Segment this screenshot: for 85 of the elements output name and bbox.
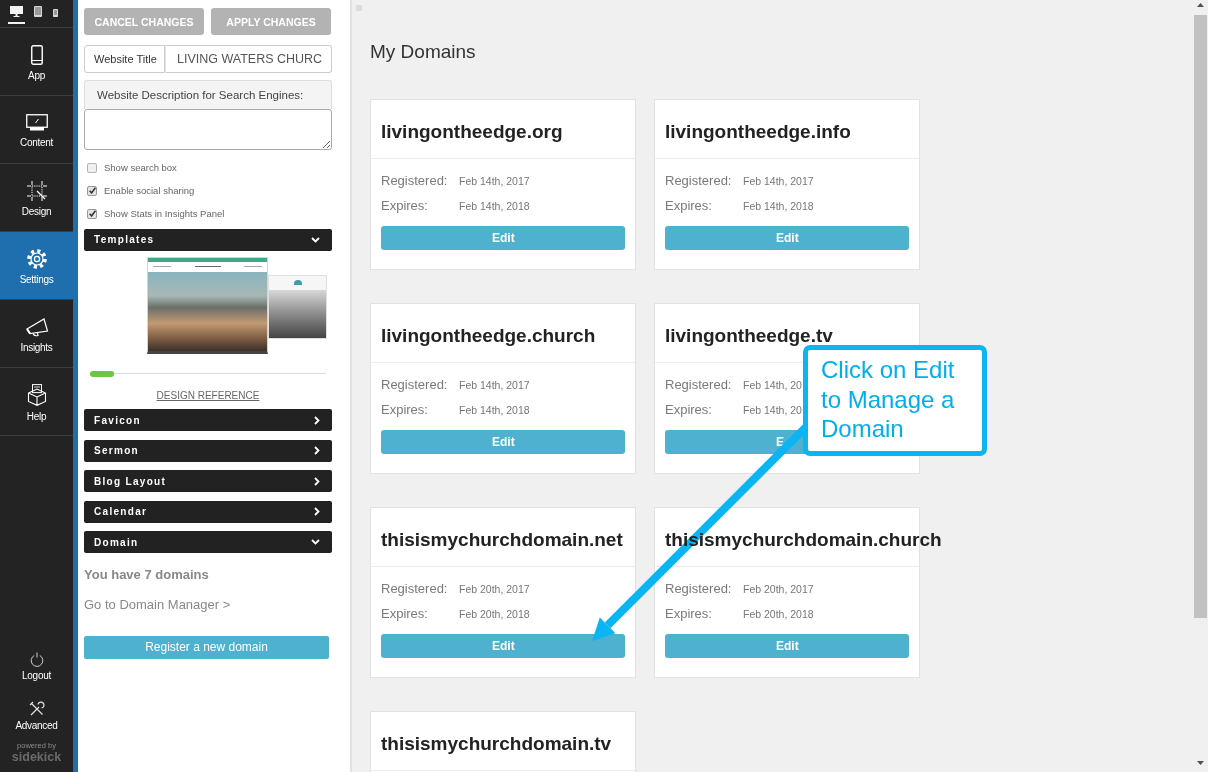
box-icon — [26, 383, 47, 406]
field-label: Expires: — [665, 606, 713, 621]
website-title-input[interactable]: LIVING WATERS CHURC — [165, 45, 332, 73]
chevron-right-icon — [314, 446, 320, 455]
phone-icon — [53, 9, 58, 17]
field-label: Registered: — [665, 377, 733, 392]
field-label: Registered: — [665, 581, 733, 596]
checkbox[interactable] — [87, 185, 97, 196]
checkmark-icon — [88, 210, 96, 217]
date-value: Feb 14th, 20 — [743, 378, 802, 391]
field-label: Expires: — [665, 402, 713, 417]
field-label: Expires: — [381, 606, 429, 621]
scroll-down-icon[interactable] — [1196, 761, 1204, 765]
monitor-icon — [25, 113, 48, 132]
section-header[interactable]: Calendar — [84, 500, 332, 523]
domain-name: thisismychurchdomain.net — [381, 529, 623, 550]
nav-item[interactable]: Content — [0, 96, 73, 164]
field-label: Registered: — [381, 581, 449, 596]
tools-icon — [28, 701, 45, 717]
scrollbar-thumb[interactable] — [1193, 15, 1207, 618]
section-header[interactable]: Domain — [84, 531, 332, 553]
date-value: Feb 14th, 2017 — [743, 174, 814, 187]
date-value: Feb 14th, 2018 — [459, 403, 530, 416]
description-input[interactable] — [84, 109, 332, 150]
date-value: Feb 20th, 2018 — [459, 607, 530, 620]
design-reference-link[interactable]: DESIGN REFERENCE — [156, 390, 260, 401]
nav-item[interactable]: Logout — [0, 652, 73, 681]
date-value: Feb 20th, 2018 — [743, 607, 814, 620]
section-header[interactable]: Blog Layout — [84, 470, 332, 492]
domain-manager-link[interactable]: Go to Domain Manager > — [84, 597, 231, 613]
field-label: Website Title — [84, 45, 165, 73]
date-value: Feb 14th, 20 — [743, 403, 802, 416]
nav-item[interactable]: Insights — [0, 300, 73, 368]
scroll-up-icon[interactable] — [1196, 3, 1204, 7]
template-thumbnail-drawing[interactable] — [268, 274, 327, 339]
date-value: Feb 20th, 2017 — [743, 582, 814, 595]
tablet-icon — [34, 6, 42, 17]
chevron-down-icon — [311, 539, 320, 545]
date-value: Feb 20th, 2017 — [459, 582, 530, 595]
monitor-icon — [10, 6, 23, 17]
checkbox-label: Show Stats in Insights Panel — [104, 208, 225, 219]
chevron-right-icon — [314, 507, 320, 516]
power-icon — [29, 652, 44, 667]
field-label: Expires: — [665, 198, 713, 213]
domain-name: thisismychurchdomain.tv — [381, 733, 612, 754]
chevron-right-icon — [314, 415, 320, 425]
page-title: My Domains — [370, 41, 477, 63]
megaphone-icon — [24, 316, 49, 337]
nav-item[interactable]: App — [0, 28, 73, 96]
domain-name: livingontheedge.church — [381, 325, 596, 346]
desktop-view-button[interactable] — [8, 4, 25, 24]
section-header[interactable]: Favicon — [84, 409, 332, 431]
field-label: Website Description for Search Engines: — [84, 80, 332, 109]
field-label: Registered: — [381, 377, 449, 392]
field-label: Registered: — [665, 173, 733, 188]
checkbox[interactable] — [87, 162, 97, 173]
nav-item[interactable]: Help — [0, 368, 73, 436]
domain-count-text: You have 7 domains — [84, 567, 210, 583]
crop-icon — [26, 180, 47, 201]
section-header[interactable]: Templates — [84, 228, 332, 251]
checkbox-label: Enable social sharing — [104, 185, 195, 196]
scrollbar-thumb[interactable] — [90, 370, 114, 377]
domain-name: livingontheedge.tv — [665, 325, 833, 346]
checkmark-icon — [88, 187, 96, 194]
smartphone-icon — [30, 44, 43, 65]
date-value: Feb 14th, 2018 — [459, 199, 530, 212]
date-value: Feb 14th, 2017 — [459, 378, 530, 391]
date-value: Feb 14th, 2017 — [459, 174, 530, 187]
brand-logo: sidekick — [11, 750, 62, 763]
domain-name: livingontheedge.info — [665, 121, 851, 142]
checkbox[interactable] — [87, 208, 97, 219]
template-thumbnail-drawing[interactable] — [147, 256, 268, 354]
chevron-down-icon — [311, 236, 320, 243]
chevron-right-icon — [314, 476, 320, 486]
domain-name: livingontheedge.org — [381, 121, 563, 142]
nav-item[interactable]: Advanced — [0, 701, 73, 731]
nav-item[interactable]: Settings — [0, 232, 73, 300]
callout-tooltip: Click on Edit to Manage a Domain — [803, 345, 987, 456]
settings-icon — [26, 248, 47, 269]
field-label: Expires: — [381, 198, 429, 213]
date-value: Feb 14th, 2018 — [743, 199, 814, 212]
checkbox-label: Show search box — [104, 162, 177, 173]
field-label: Registered: — [381, 173, 449, 188]
field-label: Expires: — [381, 402, 429, 417]
section-header[interactable]: Sermon — [84, 439, 332, 462]
